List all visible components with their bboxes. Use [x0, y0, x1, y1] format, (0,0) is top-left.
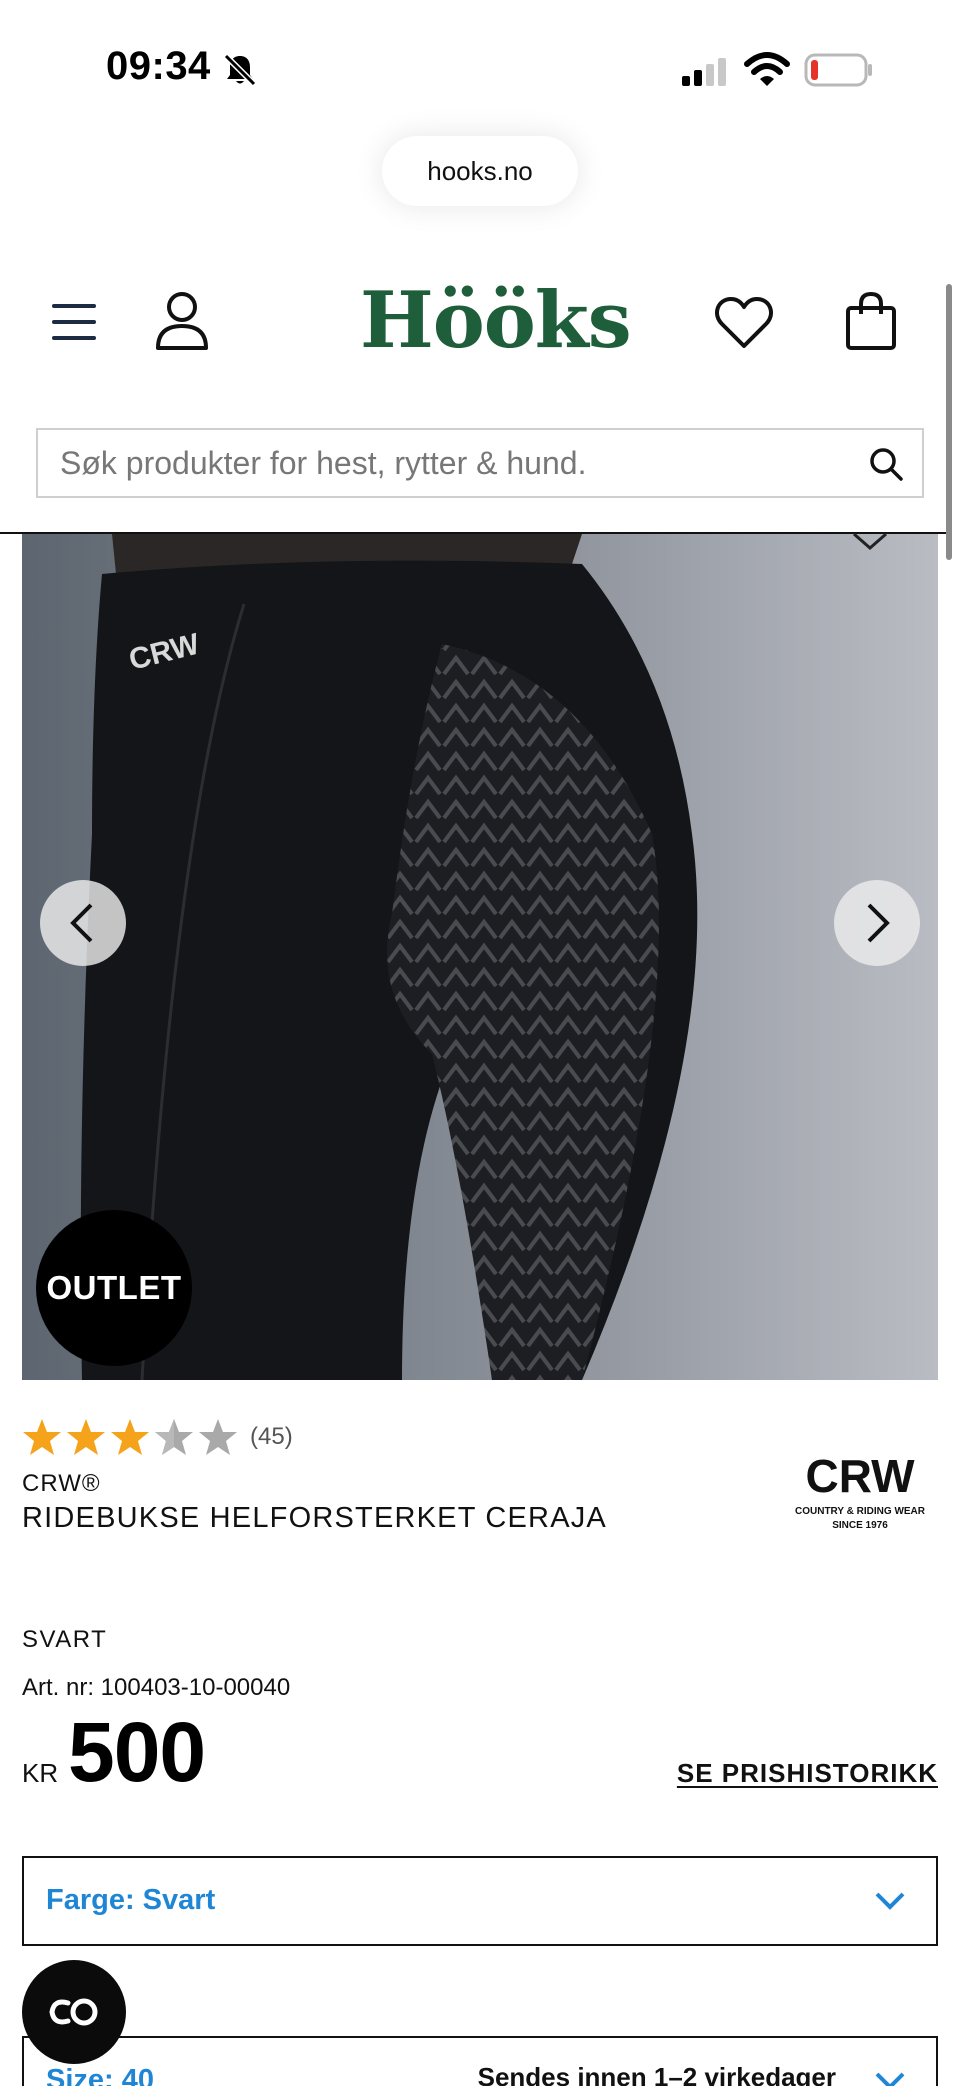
wifi-icon	[744, 52, 790, 86]
svg-text:CRW: CRW	[805, 1450, 915, 1502]
search-input[interactable]	[60, 430, 840, 496]
outlet-badge: OUTLET	[36, 1210, 192, 1366]
site-logo[interactable]: Hööks	[360, 276, 632, 366]
price-value: 500	[68, 1705, 206, 1799]
size-select-label: Size: 40	[46, 2064, 154, 2086]
review-count: (45)	[250, 1423, 293, 1450]
brand-logo[interactable]: CRW COUNTRY & RIDING WEAR SINCE 1976	[790, 1448, 930, 1534]
product-rating[interactable]: (45)	[22, 1414, 293, 1460]
page-scrollbar[interactable]	[946, 284, 952, 560]
article-number: Art. nr: 100403-10-00040	[22, 1674, 291, 1701]
chat-icon	[49, 1998, 98, 2026]
svg-text:COUNTRY & RIDING WEAR: COUNTRY & RIDING WEAR	[795, 1506, 926, 1517]
shopping-bag-icon[interactable]	[844, 290, 898, 352]
color-select-label: Farge: Svart	[46, 1884, 216, 1916]
price-history-link[interactable]: SE PRISHISTORIKK	[677, 1758, 938, 1789]
chevron-right-icon	[867, 903, 890, 943]
color-select[interactable]: Farge: Svart	[22, 1856, 938, 1946]
brand-name[interactable]: CRW®	[22, 1470, 101, 1498]
star-half-icon	[155, 1419, 193, 1455]
wishlist-icon[interactable]	[852, 530, 888, 552]
carousel-next-button[interactable]	[834, 880, 920, 966]
carousel-prev-button[interactable]	[40, 880, 126, 966]
url-bar[interactable]: hooks.no	[382, 136, 578, 206]
svg-text:SINCE 1976: SINCE 1976	[832, 1520, 888, 1531]
battery-low-icon	[804, 53, 872, 87]
search-bar	[36, 428, 924, 498]
product-color: SVART	[22, 1626, 108, 1653]
product-title: RIDEBUKSE HELFORSTERKET CERAJA	[22, 1502, 607, 1534]
cellular-signal-icon	[682, 58, 726, 86]
star-full-icon	[111, 1419, 149, 1455]
chevron-down-icon	[875, 2072, 905, 2086]
size-select[interactable]: Size: 40 Sendes innen 1–2 virkedager	[22, 2036, 938, 2086]
account-icon[interactable]	[154, 290, 210, 352]
shipping-note: Sendes innen 1–2 virkedager	[477, 2062, 836, 2086]
star-full-icon	[23, 1419, 61, 1455]
search-icon[interactable]	[868, 446, 904, 482]
star-full-icon	[67, 1419, 105, 1455]
chevron-down-icon	[875, 1892, 905, 1910]
status-bar: 09:34	[0, 0, 960, 120]
bell-slash-icon	[223, 53, 257, 87]
chat-button[interactable]	[22, 1960, 126, 2064]
price-currency: KR	[22, 1758, 59, 1788]
heart-icon[interactable]	[714, 296, 774, 350]
status-time: 09:34	[106, 44, 211, 88]
chevron-left-icon	[70, 903, 93, 943]
hamburger-menu-icon[interactable]	[50, 300, 98, 344]
star-empty-icon	[199, 1419, 237, 1455]
